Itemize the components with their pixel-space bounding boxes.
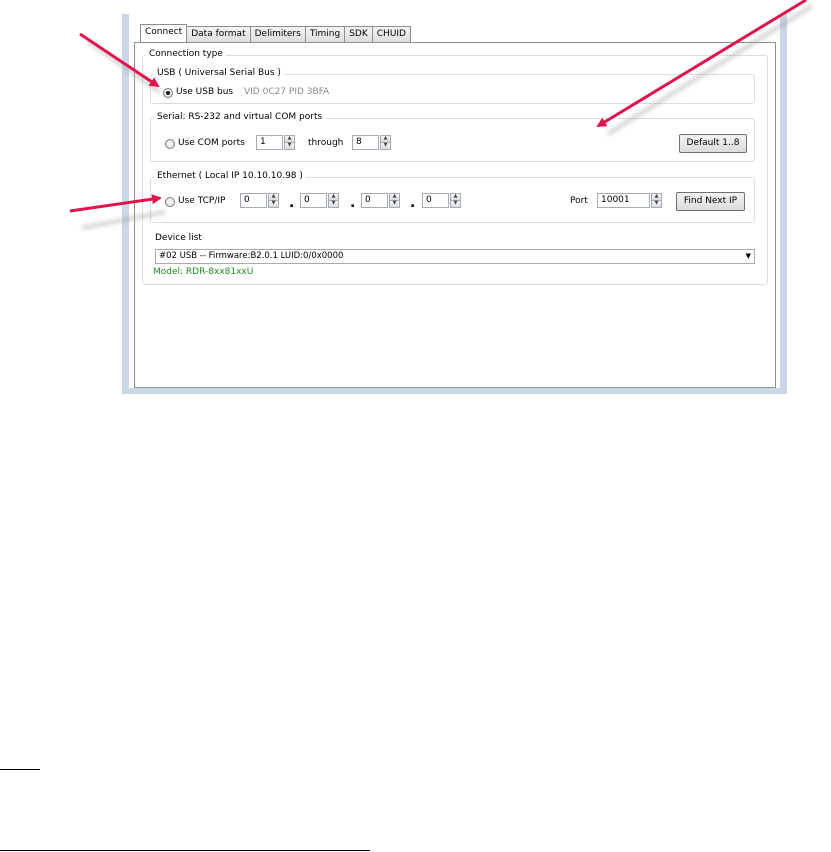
annotation-arrows xyxy=(69,0,814,230)
document-rule-long xyxy=(0,850,370,851)
tab-connect[interactable]: Connect xyxy=(140,24,188,42)
arrow-to-ethernet xyxy=(69,194,162,213)
arrow-to-serial xyxy=(596,0,807,128)
document-rule-short xyxy=(0,769,40,770)
